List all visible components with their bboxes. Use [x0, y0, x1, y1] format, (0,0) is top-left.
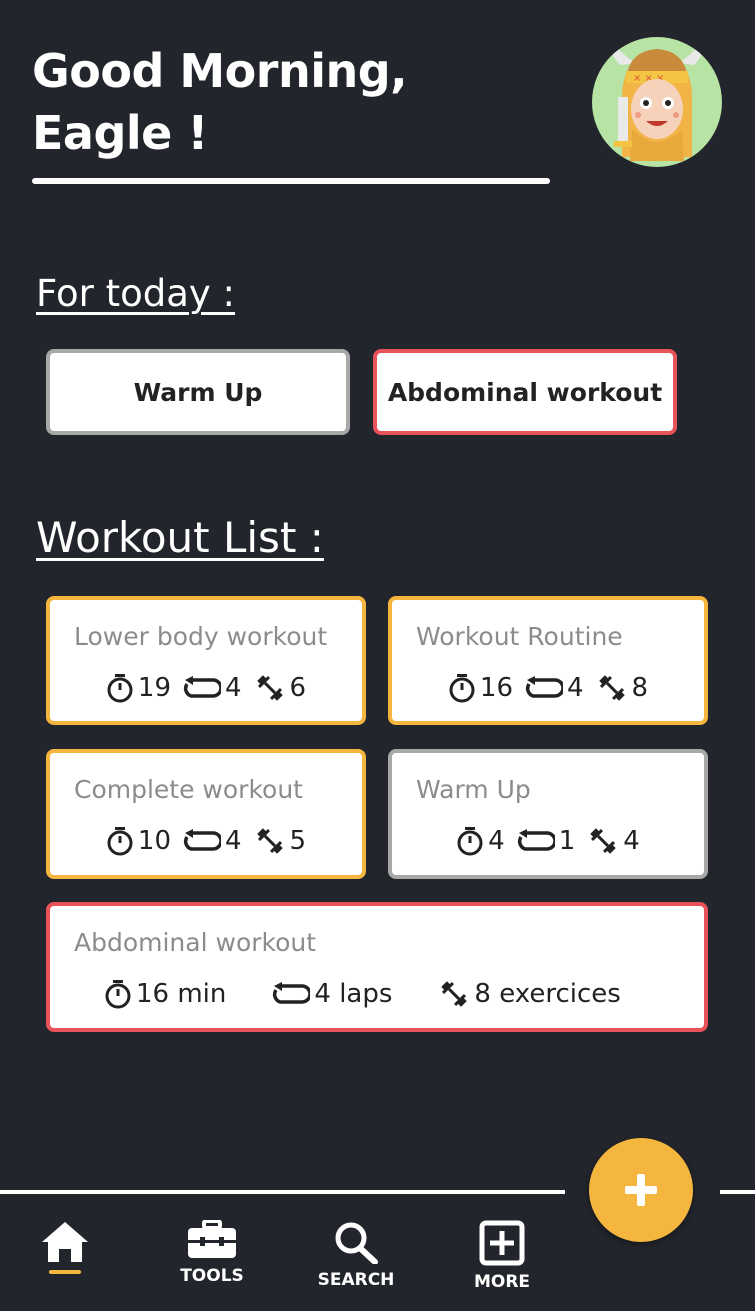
workout-title: Warm Up: [416, 775, 531, 804]
exercises-value: 4: [623, 826, 640, 856]
laps-icon: [517, 829, 555, 851]
today-card-abdominal-workout[interactable]: Abdominal workout: [373, 349, 677, 435]
laps-stat: 4 laps: [272, 979, 392, 1009]
stopwatch-icon: [105, 980, 131, 1009]
workout-stats: 19 4 6: [50, 672, 362, 704]
laps-icon: [183, 829, 221, 851]
laps-icon: [525, 676, 563, 698]
nav-search-label: SEARCH: [317, 1270, 395, 1290]
laps-value: 4: [225, 826, 242, 856]
laps-value: 4 laps: [314, 979, 393, 1009]
nav-more-label: MORE: [473, 1272, 531, 1292]
exercises-stat: 8 exercices: [438, 978, 621, 1010]
duration-value: 10: [137, 826, 171, 856]
greeting-line-2: Eagle !: [32, 106, 208, 160]
greeting-line-1: Good Morning,: [32, 44, 408, 98]
exercises-value: 5: [289, 826, 307, 856]
for-today-title: For today :: [36, 272, 236, 315]
today-card-label: Warm Up: [133, 377, 263, 407]
home-icon: [42, 1222, 88, 1262]
workout-title: Lower body workout: [74, 622, 328, 651]
workout-title: Abdominal workout: [74, 928, 317, 957]
workout-stats: 4 1 4: [392, 825, 704, 857]
workout-card-lower-body[interactable]: Lower body workout 19 4 6: [46, 596, 366, 725]
laps-stat: 4: [183, 826, 242, 856]
stopwatch-icon: [107, 674, 133, 703]
nav-divider-left: [0, 1190, 565, 1194]
workout-card-abdominal[interactable]: Abdominal workout 16 min 4 laps 8 exerci…: [46, 902, 708, 1032]
toolbox-icon: [188, 1220, 236, 1258]
greeting-underline: [32, 178, 550, 184]
nav-search[interactable]: SEARCH: [311, 1220, 401, 1290]
exercises-stat: 5: [254, 825, 307, 857]
workout-list-title: Workout List :: [36, 513, 324, 562]
stopwatch-icon: [107, 827, 133, 856]
workout-card-routine[interactable]: Workout Routine 16 4 8: [388, 596, 708, 725]
workout-stats: 16 4 8: [392, 672, 704, 704]
laps-icon: [273, 982, 311, 1004]
duration-value: 16: [479, 673, 513, 703]
dumbbell-icon: [441, 981, 468, 1007]
duration-stat: 16 min: [104, 979, 226, 1009]
laps-value: 1: [558, 826, 576, 856]
workout-stats: 16 min 4 laps 8 exercices: [50, 978, 704, 1010]
exercises-stat: 4: [587, 825, 640, 857]
duration-value: 19: [137, 673, 171, 703]
nav-divider-right: [720, 1190, 755, 1194]
duration-stat: 19: [106, 673, 171, 703]
duration-stat: 4: [456, 826, 505, 856]
workout-card-complete[interactable]: Complete workout 10 4 5: [46, 749, 366, 879]
nav-tools[interactable]: TOOLS: [167, 1220, 257, 1286]
duration-stat: 10: [106, 826, 171, 856]
avatar[interactable]: × × ×: [592, 37, 722, 167]
nav-home[interactable]: [20, 1220, 110, 1274]
nav-active-indicator: [49, 1270, 81, 1274]
laps-stat: 4: [525, 673, 584, 703]
today-card-warm-up[interactable]: Warm Up: [46, 349, 350, 435]
today-card-label: Abdominal workout: [387, 377, 663, 407]
laps-value: 4: [225, 673, 242, 703]
add-workout-button[interactable]: [589, 1138, 693, 1242]
workout-title: Workout Routine: [416, 622, 623, 651]
workout-stats: 10 4 5: [50, 825, 362, 857]
nav-more[interactable]: MORE: [457, 1220, 547, 1292]
duration-stat: 16: [448, 673, 513, 703]
exercises-value: 8 exercices: [474, 979, 621, 1009]
add-box-icon: [479, 1220, 525, 1266]
stopwatch-icon: [457, 827, 483, 856]
stopwatch-icon: [449, 674, 475, 703]
search-icon: [335, 1222, 378, 1264]
greeting: Good Morning, Eagle !: [32, 40, 408, 164]
laps-value: 4: [567, 673, 584, 703]
laps-stat: 4: [183, 673, 242, 703]
workout-card-warm-up[interactable]: Warm Up 4 1 4: [388, 749, 708, 879]
plus-icon: [625, 1174, 657, 1206]
workout-title: Complete workout: [74, 775, 303, 804]
viking-avatar-icon: × × ×: [611, 43, 703, 161]
dumbbell-icon: [598, 675, 625, 701]
dumbbell-icon: [256, 828, 283, 854]
laps-icon: [183, 676, 221, 698]
duration-value: 16 min: [136, 979, 227, 1009]
dumbbell-icon: [256, 675, 283, 701]
exercises-value: 6: [289, 673, 307, 703]
dumbbell-icon: [590, 828, 616, 854]
exercises-value: 8: [631, 673, 649, 703]
nav-tools-label: TOOLS: [180, 1266, 244, 1286]
laps-stat: 1: [517, 826, 576, 856]
exercises-stat: 6: [254, 672, 307, 704]
duration-value: 4: [488, 826, 505, 856]
exercises-stat: 8: [596, 672, 649, 704]
